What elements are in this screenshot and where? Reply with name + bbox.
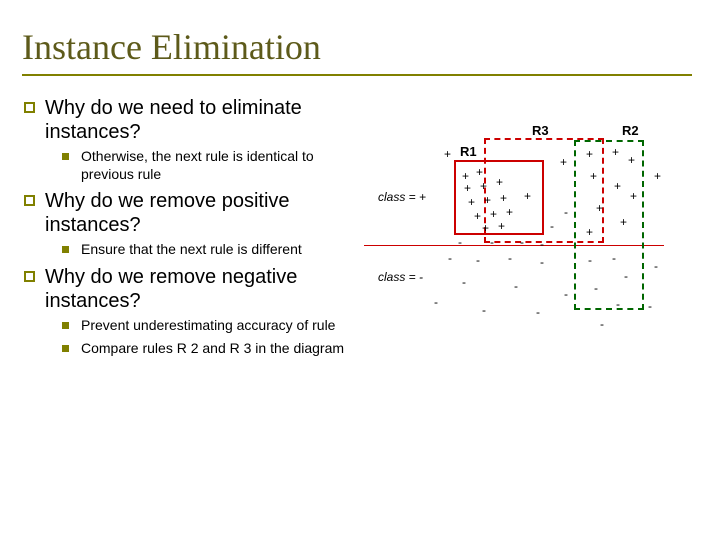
content-area: Why do we need to eliminate instances? O… [0, 76, 720, 364]
plus-icon: + [468, 196, 475, 208]
plus-icon: + [612, 146, 619, 158]
diagram-column: R1 R3 R2 class = + class = - + + + + + +… [364, 90, 694, 364]
bullet-text: Ensure that the next rule is different [81, 241, 302, 259]
bullet-text: Why do we need to eliminate instances? [45, 96, 364, 144]
bullet-text: Compare rules R 2 and R 3 in the diagram [81, 340, 344, 358]
minus-icon: - [654, 260, 658, 272]
bullet-lvl1: Why do we remove negative instances? [24, 265, 364, 313]
plus-icon: + [482, 222, 489, 234]
plus-icon: + [614, 180, 621, 192]
slide-title: Instance Elimination [0, 0, 720, 74]
minus-icon: - [616, 298, 620, 310]
plus-icon: + [596, 202, 603, 214]
small-square-bullet-icon [62, 345, 69, 352]
minus-icon: - [482, 304, 486, 316]
bullet-lvl2: Prevent underestimating accuracy of rule [62, 317, 364, 335]
minus-icon: - [564, 206, 568, 218]
minus-icon: - [540, 256, 544, 268]
minus-icon: - [624, 270, 628, 282]
bullet-lvl2: Compare rules R 2 and R 3 in the diagram [62, 340, 364, 358]
plus-icon: + [506, 206, 513, 218]
minus-icon: - [476, 254, 480, 266]
class-minus-label: class = - [378, 270, 423, 284]
small-square-bullet-icon [62, 246, 69, 253]
r2-label: R2 [622, 123, 639, 138]
minus-icon: - [564, 288, 568, 300]
plus-icon: + [620, 216, 627, 228]
minus-icon: - [434, 296, 438, 308]
bullet-text: Prevent underestimating accuracy of rule [81, 317, 335, 335]
plus-icon: + [630, 190, 637, 202]
bullet-lvl2: Otherwise, the next rule is identical to… [62, 148, 364, 183]
minus-icon: - [448, 252, 452, 264]
square-bullet-icon [24, 102, 35, 113]
minus-icon: - [550, 220, 554, 232]
bullet-lvl1: Why do we remove positive instances? [24, 189, 364, 237]
square-bullet-icon [24, 195, 35, 206]
small-square-bullet-icon [62, 322, 69, 329]
minus-icon: - [588, 254, 592, 266]
bullet-text: Why do we remove positive instances? [45, 189, 364, 237]
square-bullet-icon [24, 271, 35, 282]
plus-icon: + [490, 208, 497, 220]
bullet-lvl1: Why do we need to eliminate instances? [24, 96, 364, 144]
plus-icon: + [628, 154, 635, 166]
minus-icon: - [540, 238, 544, 250]
minus-icon: - [648, 300, 652, 312]
r3-label: R3 [532, 123, 549, 138]
minus-icon: - [612, 252, 616, 264]
plus-icon: + [484, 194, 491, 206]
plus-icon: + [590, 170, 597, 182]
plus-icon: + [476, 166, 483, 178]
minus-icon: - [520, 236, 524, 248]
plus-icon: + [496, 176, 503, 188]
minus-icon: - [536, 306, 540, 318]
rule-diagram: R1 R3 R2 class = + class = - + + + + + +… [364, 120, 664, 340]
minus-icon: - [600, 318, 604, 330]
plus-icon: + [474, 210, 481, 222]
small-square-bullet-icon [62, 153, 69, 160]
plus-icon: + [586, 226, 593, 238]
plus-icon: + [654, 170, 661, 182]
minus-icon: - [514, 280, 518, 292]
minus-icon: - [594, 282, 598, 294]
class-plus-label: class = + [378, 190, 426, 204]
minus-icon: - [462, 276, 466, 288]
plus-icon: + [586, 148, 593, 160]
plus-icon: + [498, 220, 505, 232]
minus-icon: - [508, 252, 512, 264]
bullet-text: Otherwise, the next rule is identical to… [81, 148, 364, 183]
plus-icon: + [480, 180, 487, 192]
plus-icon: + [524, 190, 531, 202]
text-column: Why do we need to eliminate instances? O… [24, 90, 364, 364]
plus-icon: + [500, 192, 507, 204]
plus-icon: + [560, 156, 567, 168]
bullet-lvl2: Ensure that the next rule is different [62, 241, 364, 259]
r1-label: R1 [460, 144, 477, 159]
bullet-text: Why do we remove negative instances? [45, 265, 364, 313]
minus-icon: - [490, 236, 494, 248]
plus-icon: + [464, 182, 471, 194]
plus-icon: + [444, 148, 451, 160]
minus-icon: - [458, 236, 462, 248]
